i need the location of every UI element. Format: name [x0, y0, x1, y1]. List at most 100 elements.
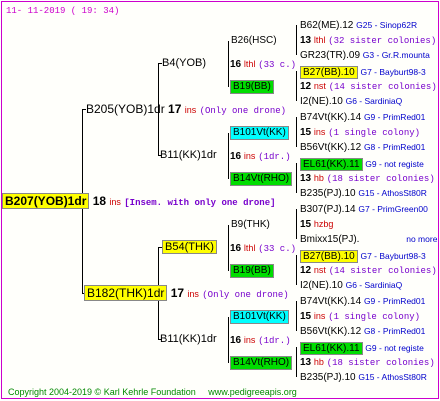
queen-row: B205(YOB)1dr 17 ins (Only one drone): [86, 102, 286, 118]
note: (1dr.): [258, 152, 291, 162]
queen-name[interactable]: B56Vt(KK).12: [300, 326, 361, 337]
queen-row: B54(THK): [162, 240, 217, 254]
queen-name[interactable]: B19(BB): [230, 264, 274, 278]
tree-line: [296, 347, 297, 377]
mating-row: 15 ins (1 single colony): [300, 126, 420, 139]
queen-name[interactable]: B74Vt(KK).14: [300, 296, 361, 307]
queen-name[interactable]: B54(THK): [162, 240, 217, 254]
queen-name[interactable]: B26(HSC): [231, 35, 277, 47]
tree-line: [228, 133, 229, 179]
pedigree-ref[interactable]: G8 - PrimRed01: [364, 142, 425, 152]
queen-name[interactable]: B307(PJ).14: [300, 204, 356, 215]
ins-label: ins: [187, 289, 199, 299]
ancestor-row: I2(NE).10 G6 - SardiniaQ: [300, 279, 402, 292]
ins-label: ins: [243, 151, 256, 161]
ins-label: ins: [313, 127, 326, 137]
tree-line: [296, 209, 297, 239]
ins-label: lthl: [243, 243, 256, 253]
queen-name[interactable]: B101Vt(KK): [230, 310, 289, 324]
queen-name[interactable]: B56Vt(KK).12: [300, 142, 361, 153]
queen-name[interactable]: I2(NE).10: [300, 280, 343, 291]
mating-row: 16 ins (1dr.): [230, 150, 291, 163]
tree-line: [228, 317, 229, 363]
queen-name[interactable]: B14Vt(RHO): [230, 356, 293, 370]
ins-number: 16: [230, 335, 242, 346]
pedigree-ref[interactable]: G15 - AthosSt80R: [358, 188, 427, 198]
timestamp-header: 11- 11-2019 ( 19: 34): [6, 6, 120, 16]
pedigree-ref[interactable]: G6 - SardiniaQ: [346, 96, 403, 106]
ins-label: hzbg: [313, 219, 334, 229]
queen-name[interactable]: B101Vt(KK): [230, 126, 289, 140]
ins-number: 13: [300, 357, 312, 368]
queen-name[interactable]: B62(ME).12: [300, 20, 353, 31]
note: (14 sister colonies): [328, 266, 437, 276]
queen-name[interactable]: Bmixx15(PJ).: [300, 234, 359, 245]
queen-name[interactable]: B182(THK)1dr: [84, 285, 168, 301]
queen-name[interactable]: B19(BB): [230, 80, 274, 94]
ins-number: 15: [300, 311, 312, 322]
pedigree-ref[interactable]: G9 - not registe: [365, 159, 424, 169]
ins-label: ins: [313, 311, 326, 321]
queen-name[interactable]: I2(NE).10: [300, 96, 343, 107]
tree-line: [296, 117, 297, 147]
root-ins-label: ins: [109, 197, 121, 207]
ancestor-row: B235(PJ).10 G15 - AthosSt80R: [300, 371, 427, 384]
ins-label: lthl: [313, 35, 326, 45]
queen-name[interactable]: B14Vt(RHO): [230, 172, 293, 186]
pedigree-ref[interactable]: G25 - Sinop62R: [356, 20, 417, 30]
ins-label: hb: [313, 173, 324, 183]
queen-name[interactable]: B27(BB).10: [300, 66, 358, 79]
ancestor-row: B74Vt(KK).14 G9 - PrimRed01: [300, 295, 425, 308]
queen-name[interactable]: B235(PJ).10: [300, 188, 356, 199]
note: (Only one drone): [199, 106, 287, 116]
pedigree-ref[interactable]: G9 - not registe: [365, 343, 424, 353]
queen-name[interactable]: EL61(KK).11: [300, 158, 363, 171]
ins-number: 16: [230, 59, 242, 70]
site-link[interactable]: www.pedigreeapis.org: [208, 387, 297, 397]
copyright-text: Copyright 2004-2019 © Karl Kehrle Founda…: [8, 387, 196, 397]
ins-label: ins: [243, 335, 256, 345]
note: (18 sister colonies): [326, 174, 435, 184]
pedigree-ref[interactable]: G9 - PrimRed01: [364, 112, 425, 122]
root-queen-row: B207(YOB)1dr 18 ins [Insem. with only on…: [2, 193, 276, 210]
mating-row: 16 lthl (33 c.): [230, 58, 296, 71]
queen-name[interactable]: B27(BB).10: [300, 250, 358, 263]
root-queen-name[interactable]: B207(YOB)1dr: [2, 193, 90, 209]
ancestor-row: B235(PJ).10 G15 - AthosSt80R: [300, 187, 427, 200]
pedigree-ref[interactable]: G3 - Gr.R.mounta: [363, 50, 430, 60]
pedigree-ref[interactable]: G7 - Bayburt98-3: [360, 251, 425, 261]
pedigree-ref[interactable]: G7 - Bayburt98-3: [360, 67, 425, 77]
ins-number: 16: [230, 151, 242, 162]
queen-name[interactable]: EL61(KK).11: [300, 342, 363, 355]
tree-line: [296, 25, 297, 55]
queen-name[interactable]: B11(KK)1dr: [160, 333, 217, 345]
mating-row: 13 hb (18 sister colonies): [300, 172, 435, 185]
pedigree-ref[interactable]: G8 - PrimRed01: [364, 326, 425, 336]
note: (Only one drone): [202, 290, 289, 300]
queen-row: B11(KK)1dr: [160, 333, 217, 345]
ancestor-row: B62(ME).12 G25 - Sinop62R: [300, 19, 417, 32]
mating-row: 16 ins (1dr.): [230, 334, 291, 347]
note: (33 c.): [258, 60, 297, 70]
queen-name[interactable]: B205(YOB)1dr: [86, 102, 165, 116]
note: (33 c.): [258, 244, 297, 254]
tree-line: [296, 301, 297, 331]
ancestor-row: B56Vt(KK).12 G8 - PrimRed01: [300, 325, 425, 338]
pedigree-ref[interactable]: G15 - AthosSt80R: [358, 372, 427, 382]
queen-name[interactable]: B235(PJ).10: [300, 372, 356, 383]
queen-name[interactable]: B4(YOB): [162, 57, 206, 69]
pedigree-ref: no more: [406, 234, 438, 244]
ancestor-row: B74Vt(KK).14 G9 - PrimRed01: [300, 111, 425, 124]
ins-label: nst: [313, 81, 326, 91]
queen-row: B182(THK)1dr 17 ins (Only one drone): [84, 285, 289, 302]
queen-name[interactable]: B9(THK): [231, 219, 270, 231]
queen-name[interactable]: GR23(TR).09: [300, 50, 360, 61]
queen-name[interactable]: B74Vt(KK).14: [300, 112, 361, 123]
mating-row: 13 lthl (32 sister colonies): [300, 34, 436, 47]
note: (18 sister colonies): [326, 358, 435, 368]
pedigree-ref[interactable]: G9 - PrimRed01: [364, 296, 425, 306]
ancestor-row: I2(NE).10 G6 - SardiniaQ: [300, 95, 402, 108]
pedigree-ref[interactable]: G7 - PrimGreen00: [358, 204, 427, 214]
queen-name[interactable]: B11(KK)1dr: [160, 149, 217, 161]
pedigree-ref[interactable]: G6 - SardiniaQ: [346, 280, 403, 290]
